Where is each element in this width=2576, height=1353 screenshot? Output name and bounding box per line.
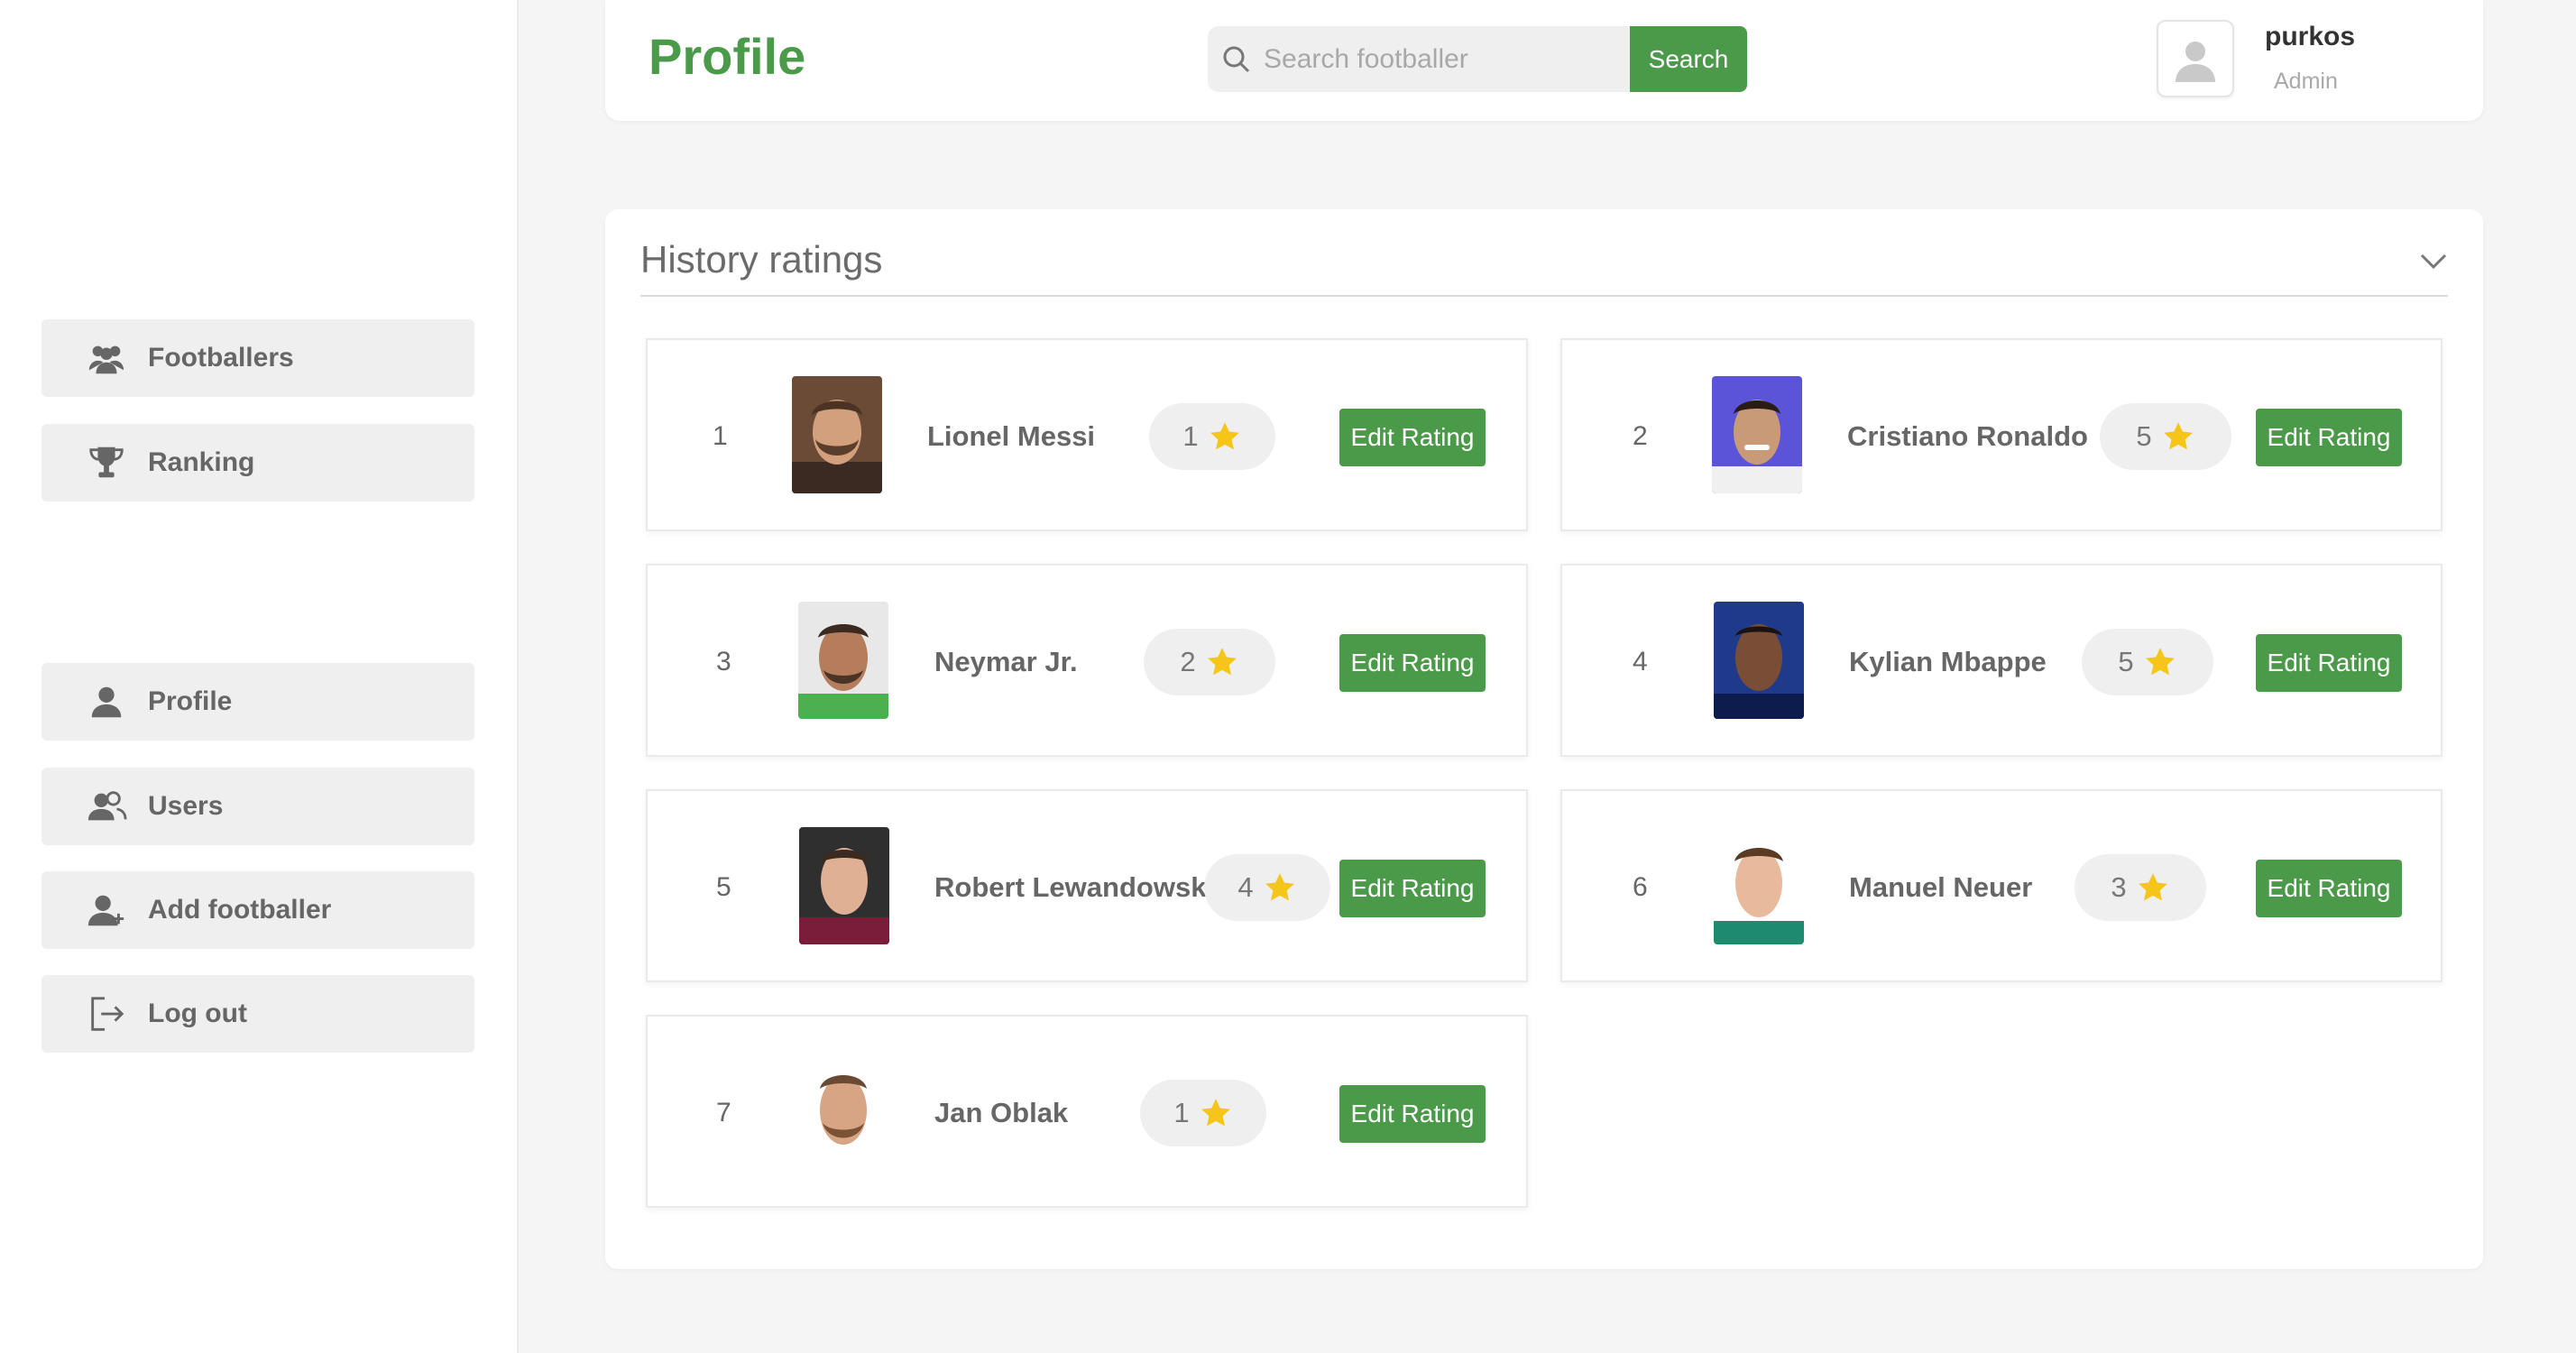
sidebar-item-label: Log out [148, 999, 247, 1028]
player-photo [799, 827, 889, 944]
users-group-icon [85, 336, 128, 380]
sidebar-item-ranking[interactable]: Ranking [41, 424, 474, 502]
player-name: Cristiano Ronaldo [1847, 420, 2088, 452]
rating-badge: 3 [2075, 854, 2206, 921]
sidebar-item-add-footballer[interactable]: Add footballer [41, 871, 474, 949]
avatar[interactable] [2157, 20, 2234, 97]
star-icon [1201, 1099, 1230, 1127]
rating-value: 5 [2118, 646, 2134, 677]
sidebar-item-profile[interactable]: Profile [41, 663, 474, 741]
panel-title: History ratings [640, 238, 883, 281]
star-icon [1207, 648, 1237, 676]
rating-badge: 1 [1140, 1080, 1266, 1146]
rank-number: 5 [716, 872, 731, 902]
star-icon [2138, 873, 2167, 901]
sidebar-item-logout[interactable]: Log out [41, 975, 474, 1053]
player-photo [798, 602, 888, 719]
player-photo [1712, 376, 1802, 493]
edit-rating-button[interactable]: Edit Rating [1339, 1085, 1486, 1143]
sidebar-item-label: Users [148, 791, 224, 821]
rating-badge: 5 [2100, 403, 2231, 470]
rating-badge: 5 [2082, 629, 2213, 695]
rating-card: 7 Jan Oblak 1 Edit Rating [646, 1015, 1528, 1208]
edit-rating-button[interactable]: Edit Rating [1339, 409, 1486, 466]
user-role: Admin [2274, 69, 2338, 94]
player-name: Manuel Neuer [1849, 871, 2033, 903]
rating-value: 2 [1180, 646, 1196, 677]
star-icon [1210, 422, 1239, 450]
user-avatar-icon [2176, 41, 2215, 82]
sidebar-item-users[interactable]: Users [41, 768, 474, 845]
rank-number: 4 [1633, 647, 1648, 676]
rating-card: 1 Lionel Messi 1 Edit Rating [646, 338, 1528, 531]
rank-number: 1 [713, 421, 728, 451]
trophy-icon [85, 441, 128, 484]
sidebar-item-label: Profile [148, 686, 233, 716]
rating-badge: 1 [1149, 403, 1275, 470]
player-name: Lionel Messi [927, 420, 1096, 452]
rating-card: 2 Cristiano Ronaldo 5 Edit Rating [1560, 338, 2443, 531]
rank-number: 6 [1633, 872, 1648, 902]
sidebar-item-label: Add footballer [148, 895, 332, 925]
edit-rating-button[interactable]: Edit Rating [1339, 634, 1486, 692]
player-name: Kylian Mbappe [1849, 646, 2047, 677]
player-photo [1714, 827, 1804, 944]
logout-icon [85, 992, 128, 1035]
player-photo [798, 1053, 888, 1170]
rating-badge: 4 [1204, 854, 1330, 921]
rating-value: 5 [2136, 420, 2152, 452]
edit-rating-button[interactable]: Edit Rating [2256, 409, 2402, 466]
users-icon [85, 785, 128, 828]
edit-rating-button[interactable]: Edit Rating [2256, 634, 2402, 692]
rating-card: 3 Neymar Jr. 2 Edit Rating [646, 564, 1528, 757]
rating-value: 3 [2111, 871, 2127, 903]
chevron-down-icon[interactable] [2418, 245, 2449, 276]
divider [640, 295, 2448, 297]
edit-rating-button[interactable]: Edit Rating [2256, 860, 2402, 917]
sidebar-item-footballers[interactable]: Footballers [41, 319, 474, 397]
rank-number: 2 [1633, 421, 1648, 451]
rating-card: 6 Manuel Neuer 3 Edit Rating [1560, 789, 2443, 982]
search-box [1208, 26, 1630, 92]
player-name: Jan Oblak [934, 1097, 1069, 1128]
rating-value: 1 [1182, 420, 1199, 452]
player-name: Robert Lewandowski [934, 871, 1215, 903]
user-add-icon [85, 888, 128, 932]
user-name: purkos [2265, 22, 2356, 51]
player-photo [792, 376, 882, 493]
page-title: Profile [649, 28, 806, 85]
star-icon [1265, 873, 1294, 901]
rating-badge: 2 [1144, 629, 1275, 695]
rating-card: 5 Robert Lewandowski 4 Edit Rating [646, 789, 1528, 982]
search-input[interactable] [1264, 43, 1624, 75]
star-icon [2145, 648, 2175, 676]
sidebar: Footballers Ranking Profile Users Add fo… [0, 0, 519, 1353]
rating-card: 4 Kylian Mbappe 5 Edit Rating [1560, 564, 2443, 757]
rating-value: 4 [1237, 871, 1254, 903]
history-ratings-panel: History ratings 1 Lionel Messi 1 Edit Ra… [605, 209, 2483, 1269]
player-photo [1714, 602, 1804, 719]
user-icon [85, 680, 128, 723]
edit-rating-button[interactable]: Edit Rating [1339, 860, 1486, 917]
search-button[interactable]: Search [1630, 26, 1747, 92]
sidebar-item-label: Footballers [148, 343, 294, 373]
rank-number: 3 [716, 647, 731, 676]
star-icon [2163, 422, 2193, 450]
sidebar-item-label: Ranking [148, 447, 255, 477]
rank-number: 7 [716, 1098, 731, 1128]
top-header: Profile Search purkos Admin [605, 0, 2483, 121]
search-icon [1223, 46, 1250, 72]
rating-value: 1 [1173, 1097, 1190, 1128]
player-name: Neymar Jr. [934, 646, 1078, 677]
